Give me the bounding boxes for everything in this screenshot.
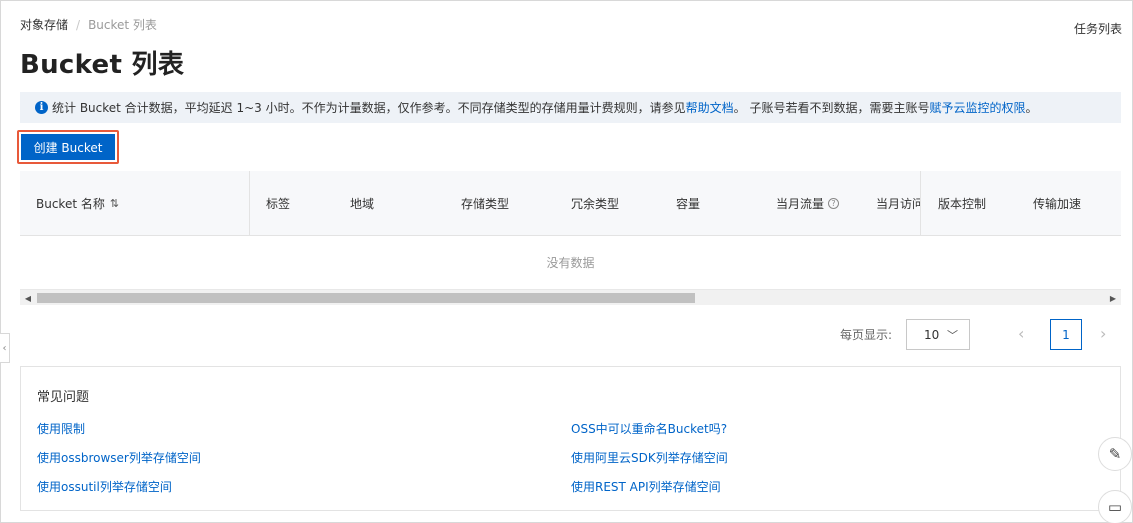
faq-link[interactable]: OSS中可以重命名Bucket吗? [571,420,727,437]
scroll-left-arrow-icon[interactable]: ◀ [20,290,36,306]
chevron-down-icon: ﹀ [947,329,958,342]
faq-link[interactable]: 使用ossbrowser列举存储空间 [37,449,201,466]
bucket-table: Bucket 名称 ⇅ 标签 地域 存储类型 冗余类型 容量 当月流量 ? 当月… [20,171,1121,305]
notice-text-3: 。 [1025,101,1038,115]
column-header-redundancy: 冗余类型 [571,197,620,211]
page-size-value: 10 [924,327,940,342]
column-divider [920,171,921,236]
sort-icon[interactable]: ⇅ [110,197,119,210]
prev-page-icon[interactable]: ‹ [1018,324,1024,343]
empty-table-message: 没有数据 [546,256,595,270]
collapse-sidebar-icon[interactable]: ‹ [0,333,10,363]
column-header-tags: 标签 [266,197,291,211]
column-header-region: 地域 [350,197,375,211]
notice-text-2: 。 子账号若看不到数据，需要主账号 [733,101,930,115]
faq-title: 常见问题 [37,390,90,405]
help-icon[interactable]: ? [828,198,840,209]
feedback-chat-icon[interactable]: ▭ [1098,490,1132,523]
column-divider [249,171,250,236]
horizontal-scrollbar[interactable]: ◀ ▶ [20,289,1121,305]
current-page-button[interactable]: 1 [1050,319,1082,350]
faq-panel: 常见问题 使用限制 使用ossbrowser列举存储空间 使用ossutil列举… [20,366,1121,511]
column-header-versioning: 版本控制 [938,197,987,211]
column-header-monthly-traffic: 当月流量 ? [776,171,840,236]
help-doc-link[interactable]: 帮助文档 [686,99,734,116]
edit-icon[interactable]: ✎ [1098,437,1132,471]
table-header: Bucket 名称 ⇅ 标签 地域 存储类型 冗余类型 容量 当月流量 ? 当月… [20,171,1121,236]
info-icon: i [35,101,48,114]
faq-link[interactable]: 使用阿里云SDK列举存储空间 [571,449,728,466]
faq-link[interactable]: 使用限制 [37,420,85,437]
breadcrumb-separator: / [76,17,81,32]
create-button-highlight: 创建 Bucket [17,130,119,164]
faq-link[interactable]: 使用ossutil列举存储空间 [37,478,172,495]
page-title: Bucket 列表 [20,50,185,80]
faq-link[interactable]: 使用REST API列举存储空间 [571,478,721,495]
create-bucket-button[interactable]: 创建 Bucket [21,134,115,160]
page-size-label: 每页显示: [840,327,893,342]
column-header-monthly-requests: 当月访问 [876,197,920,211]
breadcrumb-current: Bucket 列表 [88,18,157,32]
scrollbar-thumb[interactable] [37,293,695,303]
page-size-select[interactable]: 10 ﹀ [906,319,970,350]
task-list-link[interactable]: 任务列表 [1074,20,1122,37]
column-header-transfer-acceleration: 传输加速 [1033,197,1082,211]
column-header-capacity: 容量 [676,197,701,211]
next-page-icon[interactable]: › [1100,324,1106,343]
cloud-monitor-permission-link[interactable]: 赋予云监控的权限 [929,99,1025,116]
breadcrumb: 对象存储 / Bucket 列表 [20,16,157,33]
column-header-name[interactable]: Bucket 名称 ⇅ [36,171,119,236]
info-notice: i 统计 Bucket 合计数据，平均延迟 1~3 小时。不作为计量数据，仅作参… [20,92,1121,123]
scroll-right-arrow-icon[interactable]: ▶ [1105,290,1121,306]
notice-text-1: 统计 Bucket 合计数据，平均延迟 1~3 小时。不作为计量数据，仅作参考。… [52,101,686,115]
column-header-storage-class: 存储类型 [461,197,510,211]
breadcrumb-root[interactable]: 对象存储 [20,16,68,33]
